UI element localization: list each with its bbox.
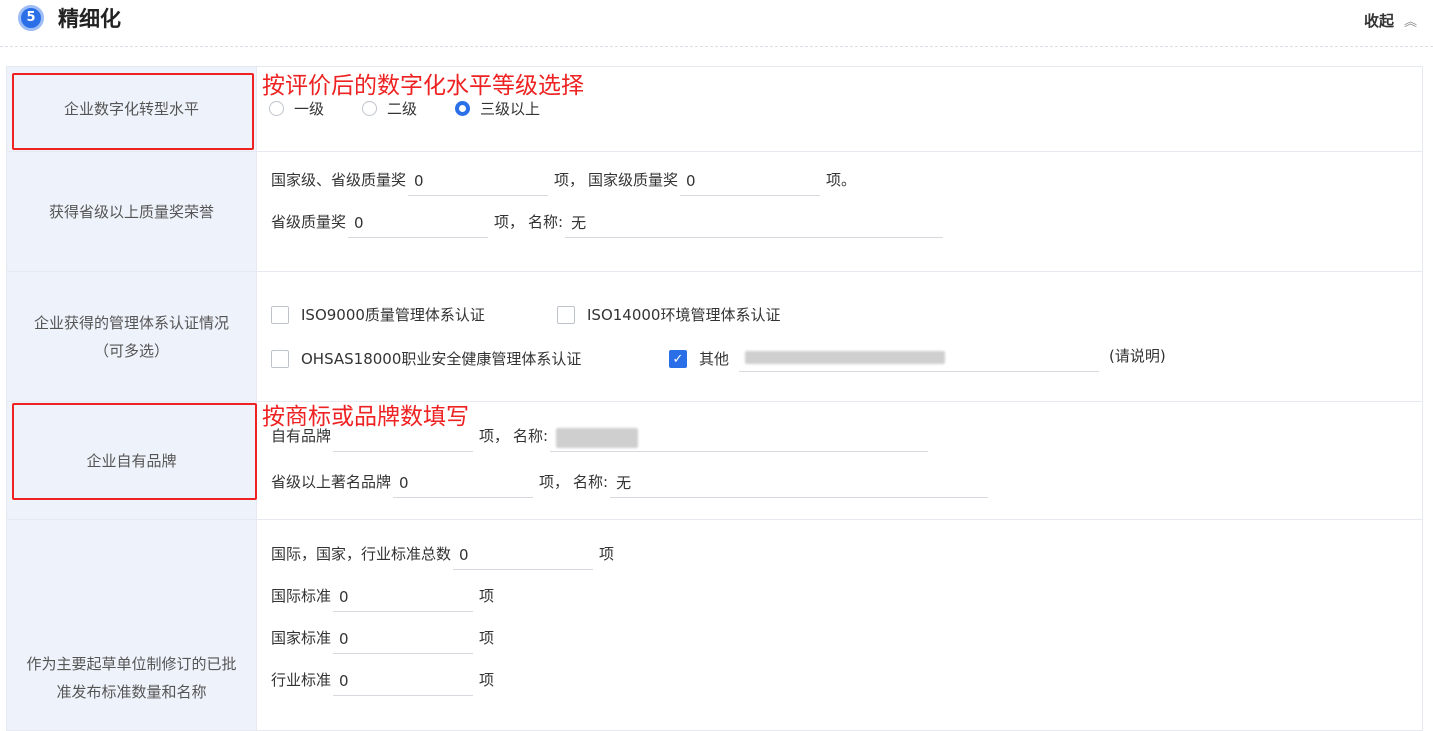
award-name-input[interactable]: 无 bbox=[565, 208, 944, 238]
row-standards: 作为主要起草单位制修订的已批准发布标准数量和名称 国际，国家，行业标准总数 0 … bbox=[7, 520, 1422, 730]
checkbox-icon bbox=[271, 349, 289, 368]
other-description-line: (请说明) bbox=[737, 342, 1166, 372]
chevron-up-icon: ︽ bbox=[1403, 15, 1417, 30]
other-description-input[interactable] bbox=[739, 342, 1099, 372]
redacted-text bbox=[556, 427, 639, 448]
standards-content: 国际，国家，行业标准总数 0 项 国际标准 0 项 国家标准 0 项 行业标准 … bbox=[257, 520, 1422, 730]
checkbox-label: ISO9000质量管理体系认证 bbox=[301, 306, 485, 324]
annotation-box-digital bbox=[12, 73, 254, 150]
unit-label: 项， bbox=[479, 427, 510, 445]
collapse-label: 收起 bbox=[1363, 12, 1394, 30]
checkbox-icon bbox=[271, 305, 289, 324]
field-label: 省级质量奖 bbox=[271, 213, 347, 231]
row-quality-award: 获得省级以上质量奖荣誉 国家级、省级质量奖 0 项， 国家级质量奖 0 项。 省… bbox=[7, 152, 1422, 272]
collapse-button[interactable]: 收起 ︽ bbox=[1364, 10, 1417, 31]
digital-level-radio-group: 一级 二级 三级以上 bbox=[269, 98, 578, 119]
other-note-label: (请说明) bbox=[1109, 347, 1166, 365]
field-label: 国家标准 bbox=[271, 629, 332, 647]
radio-circle-icon bbox=[269, 101, 284, 116]
redacted-text bbox=[745, 351, 945, 364]
field-label: 名称: bbox=[513, 427, 549, 445]
standards-total-input[interactable]: 0 bbox=[453, 540, 594, 570]
field-label: 省级以上著名品牌 bbox=[271, 473, 392, 491]
annotation-text-digital: 按评价后的数字化水平等级选择 bbox=[262, 73, 584, 99]
standards-industry-line: 行业标准 0 项 bbox=[271, 666, 494, 696]
intl-standards-input[interactable]: 0 bbox=[333, 582, 474, 612]
unit-label: 项， bbox=[494, 213, 525, 231]
form-table: 企业数字化转型水平 一级 二级 三级以上 获得省级以上质量奖荣誉 国家级、省级质… bbox=[6, 66, 1423, 731]
radio-level-3-plus[interactable]: 三级以上 bbox=[455, 98, 540, 119]
certification-content: ISO9000质量管理体系认证 ISO14000环境管理体系认证 OHSAS18… bbox=[257, 272, 1422, 401]
industry-standards-input[interactable]: 0 bbox=[333, 666, 474, 696]
checkbox-label: ISO14000环境管理体系认证 bbox=[587, 306, 781, 324]
step-number-badge: 5 bbox=[18, 5, 44, 31]
unit-label: 项， bbox=[539, 473, 570, 491]
checkmark-icon: ✓ bbox=[669, 349, 687, 368]
checkbox-iso9000[interactable]: ISO9000质量管理体系认证 bbox=[271, 304, 485, 325]
radio-label: 二级 bbox=[387, 100, 418, 118]
national-provincial-award-input[interactable]: 0 bbox=[408, 166, 549, 196]
unit-label: 项， bbox=[554, 171, 585, 189]
radio-label: 三级以上 bbox=[480, 100, 541, 118]
unit-label: 项 bbox=[479, 629, 495, 647]
field-label: 国际，国家，行业标准总数 bbox=[271, 545, 452, 563]
quality-award-line-2: 省级质量奖 0 项， 名称: 无 bbox=[271, 208, 949, 238]
field-label: 国际标准 bbox=[271, 587, 332, 605]
quality-award-line-1: 国家级、省级质量奖 0 项， 国家级质量奖 0 项。 bbox=[271, 166, 856, 196]
field-label: 国家级、省级质量奖 bbox=[271, 171, 407, 189]
national-award-input[interactable]: 0 bbox=[680, 166, 821, 196]
field-label: 国家级质量奖 bbox=[588, 171, 679, 189]
standards-national-line: 国家标准 0 项 bbox=[271, 624, 494, 654]
radio-level-1[interactable]: 一级 bbox=[269, 98, 324, 119]
section-title: 精细化 bbox=[58, 7, 121, 31]
brand-line-2: 省级以上著名品牌 0 项， 名称: 无 bbox=[271, 468, 994, 498]
unit-label: 项 bbox=[479, 671, 495, 689]
unit-label: 项。 bbox=[826, 171, 857, 189]
checkbox-other[interactable]: ✓ 其他 bbox=[669, 348, 729, 369]
checkbox-label: OHSAS18000职业安全健康管理体系认证 bbox=[301, 350, 582, 368]
checkbox-ohsas18000[interactable]: OHSAS18000职业安全健康管理体系认证 bbox=[271, 348, 581, 369]
annotation-text-brand: 按商标或品牌数填写 bbox=[262, 404, 469, 430]
label-quality-award: 获得省级以上质量奖荣誉 bbox=[7, 152, 257, 271]
own-brand-name-input[interactable] bbox=[550, 422, 929, 452]
famous-brand-count-input[interactable]: 0 bbox=[393, 468, 534, 498]
label-certification: 企业获得的管理体系认证情况（可多选） bbox=[7, 272, 257, 401]
national-standards-input[interactable]: 0 bbox=[333, 624, 474, 654]
standards-intl-line: 国际标准 0 项 bbox=[271, 582, 494, 612]
row-certification: 企业获得的管理体系认证情况（可多选） ISO9000质量管理体系认证 ISO14… bbox=[7, 272, 1422, 402]
unit-label: 项 bbox=[599, 545, 615, 563]
famous-brand-name-input[interactable]: 无 bbox=[610, 468, 989, 498]
radio-label: 一级 bbox=[294, 100, 325, 118]
provincial-award-input[interactable]: 0 bbox=[348, 208, 489, 238]
field-label: 行业标准 bbox=[271, 671, 332, 689]
label-standards: 作为主要起草单位制修订的已批准发布标准数量和名称 bbox=[7, 520, 257, 730]
radio-circle-icon bbox=[362, 101, 378, 116]
annotation-box-brand bbox=[12, 403, 257, 500]
radio-level-2[interactable]: 二级 bbox=[362, 98, 417, 119]
unit-label: 项 bbox=[479, 587, 495, 605]
checkbox-iso14000[interactable]: ISO14000环境管理体系认证 bbox=[557, 304, 780, 325]
quality-award-content: 国家级、省级质量奖 0 项， 国家级质量奖 0 项。 省级质量奖 0 项， 名称… bbox=[257, 152, 1422, 271]
field-label: 名称: bbox=[573, 473, 609, 491]
header-divider bbox=[0, 46, 1433, 47]
standards-total-line: 国际，国家，行业标准总数 0 项 bbox=[271, 540, 614, 570]
checkbox-label: 其他 bbox=[699, 350, 730, 368]
section-header: 5 精细化 收起 ︽ bbox=[0, 0, 1433, 46]
radio-selected-icon bbox=[455, 101, 471, 116]
field-label: 名称: bbox=[528, 213, 564, 231]
checkbox-icon bbox=[557, 305, 575, 324]
